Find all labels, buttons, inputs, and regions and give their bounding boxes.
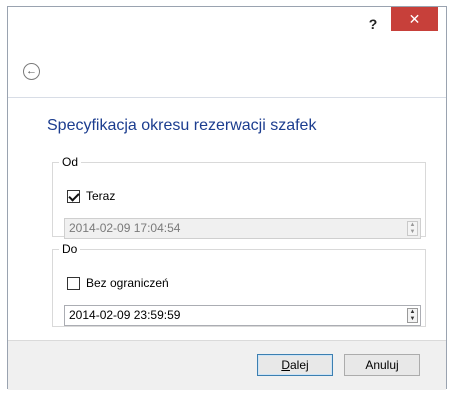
back-button[interactable]: ← bbox=[23, 63, 40, 80]
page-title: Specyfikacja okresu rezerwacji szafek bbox=[47, 117, 317, 134]
spin-down-icon[interactable]: ▼ bbox=[408, 316, 417, 323]
to-datetime-value: 2014-02-09 23:59:59 bbox=[69, 308, 181, 322]
now-checkbox-label: Teraz bbox=[86, 189, 116, 203]
from-datetime-spinner: ▲ ▼ bbox=[407, 221, 418, 236]
help-button[interactable]: ? bbox=[362, 15, 384, 33]
unlimited-checkbox-label: Bez ograniczeń bbox=[86, 276, 169, 290]
next-button-label: alej bbox=[289, 358, 309, 372]
spin-down-icon: ▼ bbox=[409, 228, 416, 235]
close-button[interactable]: ✕ bbox=[391, 7, 438, 31]
to-group: Do Bez ograniczeń 2014-02-09 23:59:59 ▲ … bbox=[52, 242, 426, 327]
header-divider bbox=[8, 97, 446, 98]
from-datetime-value: 2014-02-09 17:04:54 bbox=[69, 221, 181, 235]
to-group-legend: Do bbox=[62, 242, 78, 256]
now-checkbox-row[interactable]: Teraz bbox=[67, 189, 115, 203]
to-datetime-field[interactable]: 2014-02-09 23:59:59 ▲ ▼ bbox=[64, 305, 421, 326]
unlimited-checkbox[interactable] bbox=[67, 276, 80, 290]
cancel-button-label: Anuluj bbox=[365, 358, 399, 372]
title-bar: ? ✕ bbox=[8, 7, 446, 45]
from-datetime-field: 2014-02-09 17:04:54 ▲ ▼ bbox=[64, 218, 421, 239]
dialog-window: ? ✕ ← Specyfikacja okresu rezerwacji sza… bbox=[7, 6, 447, 390]
next-button-mnemonic: D bbox=[281, 358, 290, 372]
back-arrow-icon: ← bbox=[26, 65, 37, 77]
to-datetime-spinner[interactable]: ▲ ▼ bbox=[407, 308, 418, 323]
close-icon: ✕ bbox=[408, 11, 421, 27]
now-checkbox[interactable] bbox=[67, 189, 80, 203]
dialog-footer: Dalej Anuluj bbox=[8, 340, 446, 390]
unlimited-checkbox-row[interactable]: Bez ograniczeń bbox=[67, 276, 169, 290]
next-button[interactable]: Dalej bbox=[257, 354, 333, 376]
cancel-button[interactable]: Anuluj bbox=[344, 354, 420, 376]
from-group-legend: Od bbox=[62, 155, 79, 169]
from-group: Od Teraz 2014-02-09 17:04:54 ▲ ▼ bbox=[52, 155, 426, 239]
